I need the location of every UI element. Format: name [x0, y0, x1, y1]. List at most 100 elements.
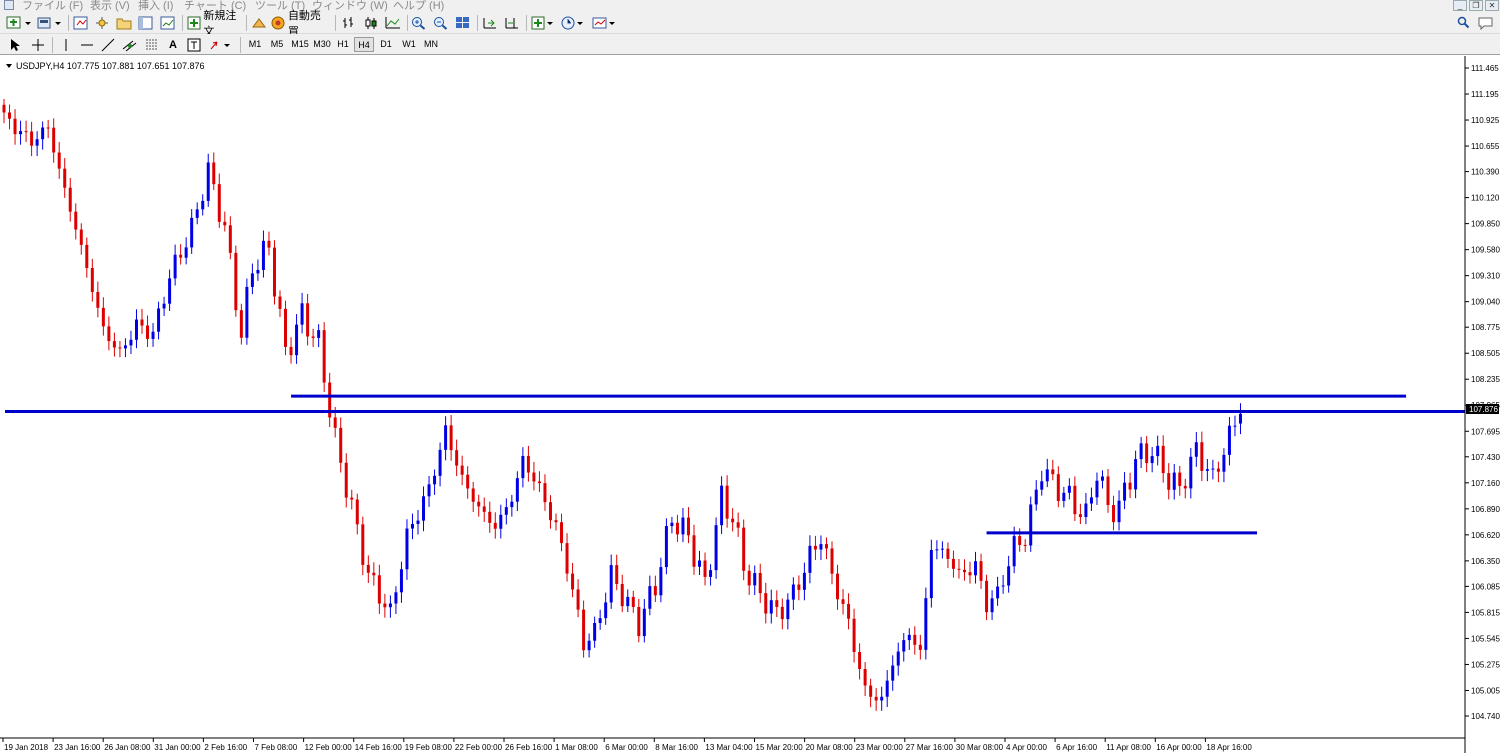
candle-body — [1172, 472, 1176, 490]
price-chart[interactable]: 111.465 111.195 110.925 110.655 110.390 110.1… — [0, 56, 1500, 753]
candle-body — [1117, 500, 1121, 523]
text-button[interactable]: A — [166, 37, 180, 53]
standard-toolbar: 新規注文 自動売買 — [0, 10, 1500, 38]
chart-window[interactable]: 111.465 111.195 110.925 110.655 110.390 110.1… — [0, 56, 1500, 753]
new-order-button[interactable]: 新規注文 — [187, 10, 243, 38]
candle-body — [543, 483, 547, 503]
candle-body — [698, 560, 702, 567]
navigator-button[interactable] — [94, 15, 110, 31]
candle-body — [361, 524, 365, 565]
timeframe-d1[interactable]: D1 — [377, 37, 395, 52]
crosshair-button[interactable] — [30, 37, 46, 53]
candle-body — [1150, 456, 1154, 464]
restore-icon[interactable]: ❐ — [1469, 0, 1483, 11]
new-chart-icon — [6, 16, 31, 29]
candle-body — [731, 518, 735, 523]
trendline-button[interactable] — [100, 37, 116, 53]
indicators-button[interactable] — [531, 15, 555, 31]
horizontal-line-icon — [81, 44, 93, 46]
candle-body — [96, 291, 100, 308]
fibonacci-button[interactable] — [144, 37, 160, 53]
channel-button[interactable] — [122, 37, 138, 53]
candle-body — [438, 449, 442, 476]
horizontal-lines-layer — [5, 394, 1465, 535]
menu-view[interactable]: 表示 (V) — [90, 0, 130, 12]
candle-body — [68, 187, 72, 212]
candle-body — [874, 696, 878, 701]
new-order-icon — [187, 16, 201, 30]
candle-body — [444, 425, 448, 450]
timeframe-m30[interactable]: M30 — [311, 37, 333, 52]
tile-windows-button[interactable] — [455, 15, 471, 31]
close-icon[interactable]: ✕ — [1485, 0, 1499, 11]
timeframe-m15[interactable]: M15 — [289, 37, 311, 52]
profiles-button[interactable] — [37, 15, 63, 31]
time-tick-label: 27 Mar 16:00 — [906, 743, 954, 752]
candle-body — [295, 324, 299, 356]
candle-body — [493, 522, 497, 529]
zoom-in-button[interactable] — [411, 15, 427, 31]
menu-help[interactable]: ヘルプ (H) — [393, 0, 444, 12]
menu-insert[interactable]: 挿入 (I) — [138, 0, 173, 12]
terminal-button[interactable] — [138, 15, 154, 31]
chart-shift-button[interactable] — [504, 15, 520, 31]
time-tick-label: 19 Feb 08:00 — [405, 743, 453, 752]
price-tick-label: 109.040 — [1471, 298, 1500, 307]
candle-body — [1238, 413, 1242, 424]
time-tick-label: 22 Feb 00:00 — [455, 743, 503, 752]
timeframe-h4[interactable]: H4 — [354, 37, 374, 52]
chat-icon[interactable] — [1477, 16, 1495, 33]
menu-file[interactable]: ファイル (F) — [22, 0, 83, 12]
periods-button[interactable] — [561, 15, 585, 31]
candle-body — [979, 561, 983, 581]
candle-body — [1112, 504, 1116, 523]
current-price-label: 107.876 — [1469, 405, 1498, 414]
candle-body — [962, 569, 966, 573]
strategy-tester-button[interactable] — [160, 15, 176, 31]
vertical-line-button[interactable] — [60, 37, 72, 53]
timeframe-m5[interactable]: M5 — [267, 37, 287, 52]
fibonacci-icon — [146, 39, 158, 50]
line-chart-button[interactable] — [385, 15, 401, 31]
text-label-button[interactable] — [186, 37, 202, 53]
candle-body — [488, 511, 492, 523]
bar-chart-button[interactable] — [341, 15, 357, 31]
text-icon: A — [169, 39, 177, 51]
timeframe-h1[interactable]: H1 — [334, 37, 352, 52]
candle-body — [206, 162, 210, 201]
auto-trading-button[interactable]: 自動売買 — [271, 10, 329, 38]
candle-body — [802, 572, 806, 590]
horizontal-line-button[interactable] — [80, 37, 94, 53]
cursor-button[interactable] — [8, 37, 22, 53]
price-tick-label: 107.695 — [1471, 427, 1500, 436]
candle-body — [747, 570, 751, 586]
minimize-icon[interactable]: _ — [1453, 0, 1467, 11]
favorites-button[interactable] — [116, 15, 132, 31]
chart-shift-icon — [505, 18, 518, 29]
candlestick-button[interactable] — [363, 15, 379, 31]
candle-body — [1178, 472, 1182, 486]
candle-body — [201, 200, 205, 210]
candle-body — [841, 599, 845, 604]
candle-body — [162, 303, 166, 309]
auto-scroll-button[interactable] — [482, 15, 498, 31]
timeframe-m1[interactable]: M1 — [245, 37, 265, 52]
candle-body — [250, 273, 254, 287]
arrows-button[interactable] — [208, 37, 234, 53]
candle-body — [261, 240, 265, 270]
search-icon[interactable] — [1457, 16, 1471, 33]
candle-body — [1095, 480, 1099, 498]
templates-button[interactable] — [592, 15, 616, 31]
zoom-out-button[interactable] — [433, 15, 449, 31]
history-button[interactable] — [251, 15, 267, 31]
candle-body — [1139, 443, 1143, 460]
candle-body — [223, 221, 227, 226]
timeframe-w1[interactable]: W1 — [399, 37, 419, 52]
timeframe-mn[interactable]: MN — [421, 37, 441, 52]
candle-body — [742, 527, 746, 571]
candle-body — [168, 278, 172, 304]
new-chart-button[interactable] — [6, 15, 32, 31]
market-watch-button[interactable] — [73, 15, 89, 31]
price-tick-label: 111.465 — [1471, 64, 1499, 73]
candle-body — [598, 618, 602, 623]
